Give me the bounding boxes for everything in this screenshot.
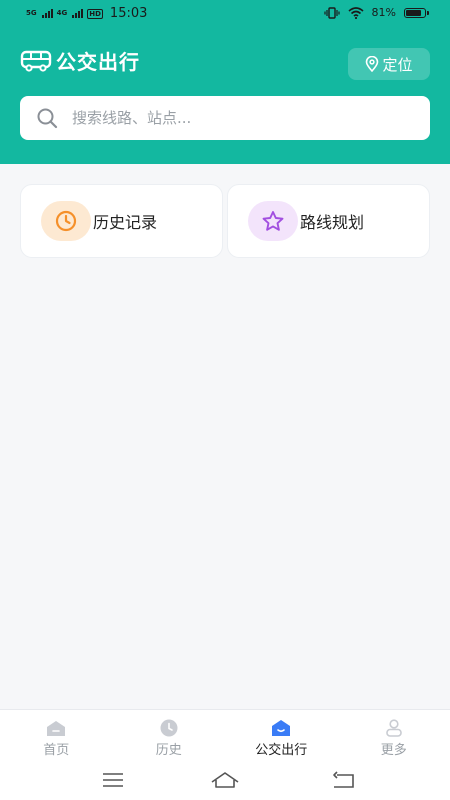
history-icon-badge: [41, 201, 91, 241]
tab-more[interactable]: 更多: [338, 710, 450, 765]
menu-icon[interactable]: [102, 769, 124, 791]
status-time: 15:03: [109, 6, 148, 21]
wifi-icon: [348, 6, 364, 19]
network-4g-label: 4G: [56, 9, 68, 17]
locate-label: 定位: [382, 55, 413, 74]
battery-percent: 81%: [371, 6, 396, 19]
home-icon: [47, 721, 66, 736]
star-icon: [262, 211, 284, 231]
vibrate-icon: [323, 6, 340, 19]
search-input[interactable]: [70, 108, 404, 128]
history-record-card[interactable]: 历史记录: [20, 184, 223, 258]
route-planning-label: 路线规划: [300, 213, 365, 232]
locate-button[interactable]: 定位: [348, 48, 430, 80]
hd-badge: HD: [87, 8, 103, 19]
battery-icon: [404, 7, 429, 18]
tab-home[interactable]: 首页: [0, 710, 113, 765]
app-header: 5G 4G HD 15:03 81% 公交出行 定位 搜索线路、站点...: [0, 0, 450, 164]
bus-home-icon: [272, 720, 291, 736]
tab-history[interactable]: 历史: [113, 710, 226, 765]
route-icon-badge: [248, 201, 298, 241]
quick-actions: 历史记录 路线规划: [20, 184, 430, 258]
tab-history-label: 历史: [155, 743, 182, 758]
status-left: 5G 4G HD 15:03: [26, 6, 147, 21]
page-title: 公交出行: [56, 50, 140, 74]
tab-home-label: 首页: [43, 743, 70, 758]
header-title-row: 公交出行: [20, 46, 140, 75]
search-icon: [37, 108, 58, 129]
network-5g-label: 5G: [26, 9, 37, 17]
history-record-label: 历史记录: [93, 213, 158, 232]
route-planning-card[interactable]: 路线规划: [227, 184, 430, 258]
bus-icon: [20, 50, 52, 72]
signal-icon: [41, 9, 53, 18]
system-nav-bar: [0, 764, 450, 800]
search-bar[interactable]: [20, 96, 430, 140]
signal-icon: [72, 9, 84, 18]
user-icon: [385, 719, 402, 737]
home-outline-icon[interactable]: [210, 769, 240, 791]
clock-icon: [160, 719, 178, 737]
clock-icon: [55, 210, 77, 232]
tab-bus-travel[interactable]: 公交出行: [225, 710, 338, 765]
back-icon[interactable]: [331, 769, 355, 791]
status-right: 81%: [323, 6, 429, 19]
status-bar: 5G 4G HD 15:03 81%: [0, 0, 450, 28]
tab-more-label: 更多: [380, 743, 407, 758]
tab-bus-travel-label: 公交出行: [255, 743, 308, 758]
bottom-tab-bar: 首页 历史 公交出行 更多: [0, 709, 450, 765]
location-pin-icon: [366, 56, 379, 72]
